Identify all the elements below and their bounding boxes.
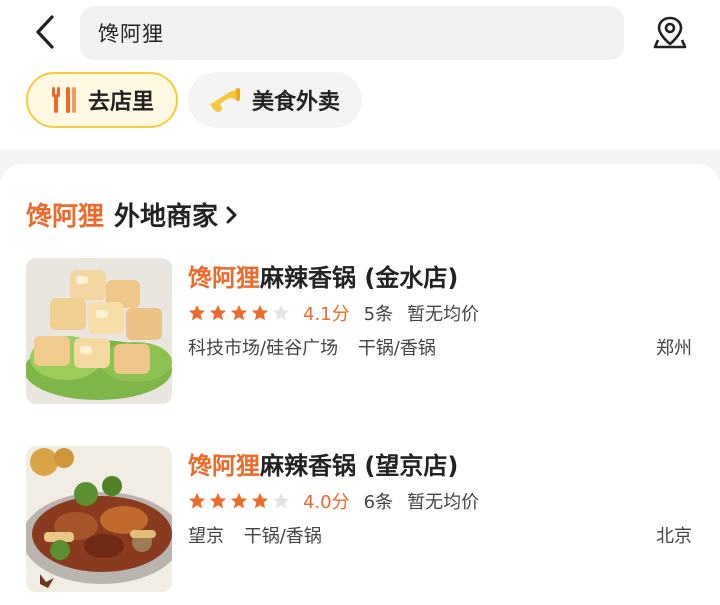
store-photo <box>26 258 172 404</box>
back-button[interactable] <box>28 12 62 52</box>
store-photo <box>26 446 172 592</box>
rating-score: 4.1分 <box>303 304 350 325</box>
star-empty-icon <box>272 492 290 509</box>
results-card: 馋阿狸 外地商家 馋阿狸麻辣香锅 (金水店) 4.1分 5条 暂无均价 科技市场… <box>0 164 720 605</box>
store-city: 北京 <box>656 526 692 547</box>
store-category: 干锅/香锅 <box>357 338 436 359</box>
top-bar: 馋阿狸 去店里 美食外卖 <box>0 0 720 150</box>
average-price: 暂无均价 <box>407 492 480 513</box>
store-name: 馋阿狸麻辣香锅 (金水店) <box>188 264 459 292</box>
fork-knife-icon <box>50 85 78 115</box>
section-keyword: 馋阿狸 <box>26 202 105 232</box>
tab-dine-in-label: 去店里 <box>88 90 155 115</box>
star-filled-icon <box>188 304 206 321</box>
store-category: 干锅/香锅 <box>243 526 322 547</box>
search-input[interactable]: 馋阿狸 <box>80 6 624 60</box>
search-query: 馋阿狸 <box>98 22 164 46</box>
chevron-right-icon <box>226 205 238 225</box>
star-filled-icon <box>251 492 269 509</box>
store-meta: 望京 干锅/香锅 <box>188 522 336 548</box>
store-meta: 科技市场/硅谷广场 干锅/香锅 <box>188 334 450 360</box>
star-filled-icon <box>188 492 206 509</box>
map-pin-icon <box>653 16 687 49</box>
star-rating <box>188 492 293 510</box>
tab-food-delivery-label: 美食外卖 <box>252 90 341 115</box>
star-filled-icon <box>251 304 269 321</box>
star-filled-icon <box>209 304 227 321</box>
review-count: 6条 <box>363 492 394 513</box>
back-arrow-icon <box>36 15 54 49</box>
star-filled-icon <box>230 304 248 321</box>
average-price: 暂无均价 <box>407 304 480 325</box>
tab-food-delivery[interactable]: 美食外卖 <box>188 72 362 128</box>
star-empty-icon <box>272 304 290 321</box>
store-area: 科技市场/硅谷广场 <box>188 338 339 359</box>
review-count: 5条 <box>363 304 394 325</box>
rating-row: 4.1分 5条 暂无均价 <box>188 300 479 326</box>
rating-score: 4.0分 <box>303 492 350 513</box>
store-item-wangjing[interactable]: 馋阿狸麻辣香锅 (望京店) 4.0分 6条 暂无均价 望京 干锅/香锅 北京 <box>0 446 720 596</box>
section-title: 外地商家 <box>114 202 219 232</box>
tab-dine-in[interactable]: 去店里 <box>26 72 178 128</box>
rating-row: 4.0分 6条 暂无均价 <box>188 488 479 514</box>
store-city: 郑州 <box>656 338 692 359</box>
delivery-horn-icon <box>208 86 242 114</box>
star-rating <box>188 304 293 322</box>
store-name: 馋阿狸麻辣香锅 (望京店) <box>188 452 459 480</box>
star-filled-icon <box>230 492 248 509</box>
section-header-link[interactable]: 馋阿狸 外地商家 <box>26 196 238 233</box>
location-button[interactable] <box>650 12 690 52</box>
star-filled-icon <box>209 492 227 509</box>
store-item-jinshui[interactable]: 馋阿狸麻辣香锅 (金水店) 4.1分 5条 暂无均价 科技市场/硅谷广场 干锅/… <box>0 258 720 408</box>
store-area: 望京 <box>188 526 224 547</box>
